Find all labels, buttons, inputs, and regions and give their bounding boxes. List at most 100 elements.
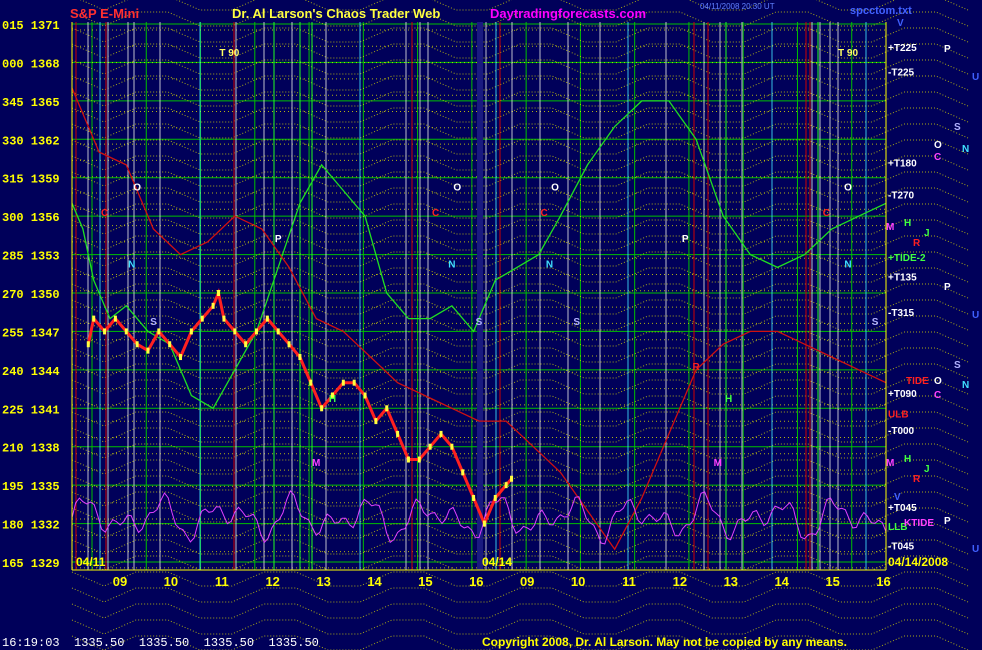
price-bar bbox=[113, 315, 117, 322]
price-bar bbox=[157, 328, 161, 335]
flux-level-label: +T135 bbox=[888, 272, 917, 283]
x-tick-label: 13 bbox=[724, 574, 738, 589]
x-tick-label: 11 bbox=[215, 574, 229, 589]
flux-level-label: +TIDE-2 bbox=[888, 253, 926, 264]
planet-marker: C bbox=[541, 208, 548, 219]
chaos-chart: T 90 T 90O O O OP PC C C CN N N NS S S SH HM MR 015 1371… bbox=[0, 0, 982, 650]
x-tick-label: 09 bbox=[520, 574, 534, 589]
data-file-name: spcctom.txt bbox=[850, 5, 912, 17]
planet-marker: C bbox=[432, 208, 439, 219]
price-bar bbox=[374, 418, 378, 425]
flux-level-label: -T225 bbox=[888, 67, 915, 78]
y-tick-label: 270 1350 bbox=[2, 288, 60, 302]
y-tick-label: 210 1338 bbox=[2, 442, 60, 456]
price-bar bbox=[504, 482, 508, 489]
planet-legend-marker: H bbox=[904, 218, 911, 229]
price-bar bbox=[461, 469, 465, 476]
price-bar bbox=[510, 475, 514, 482]
planet-legend-marker: N bbox=[962, 144, 969, 155]
price-bar bbox=[135, 341, 139, 348]
price-bar bbox=[309, 379, 313, 386]
price-bar bbox=[244, 341, 248, 348]
site-title: Dr. Al Larson's Chaos Trader Web bbox=[232, 6, 440, 21]
planet-legend-marker: U bbox=[972, 310, 979, 321]
x-tick-label: 10 bbox=[571, 574, 585, 589]
planet-legend-marker: J bbox=[924, 228, 930, 239]
planet-marker: M bbox=[312, 458, 320, 469]
price-bar bbox=[385, 405, 389, 412]
planet-legend-marker: M bbox=[886, 458, 894, 469]
planet-legend-marker: C bbox=[934, 152, 941, 163]
x-tick-label: 14 bbox=[774, 574, 789, 589]
price-bar bbox=[428, 443, 432, 450]
flux-level-label: +T045 bbox=[888, 503, 917, 514]
x-tick-label: 16 bbox=[469, 574, 483, 589]
planet-marker: O bbox=[453, 183, 461, 194]
y-tick-label: 300 1356 bbox=[2, 211, 60, 225]
price-bar bbox=[417, 456, 421, 463]
flux-level-label: -T000 bbox=[888, 426, 915, 437]
price-bar bbox=[233, 328, 237, 335]
price-bar bbox=[255, 328, 259, 335]
price-bar bbox=[211, 302, 215, 309]
price-bar bbox=[298, 354, 302, 361]
date-label: 04/11 bbox=[76, 555, 106, 569]
price-bar bbox=[179, 354, 183, 361]
planet-marker: R bbox=[692, 362, 700, 373]
price-bar bbox=[493, 494, 497, 501]
price-bar bbox=[341, 379, 345, 386]
x-tick-label: 16 bbox=[876, 574, 890, 589]
y-tick-label: 000 1368 bbox=[2, 57, 60, 71]
flux-level-label: +T090 bbox=[888, 389, 917, 400]
flux-level-label: ULB bbox=[888, 409, 909, 420]
price-bar bbox=[217, 290, 221, 296]
date-label: 04/14 bbox=[482, 555, 512, 569]
planet-legend-marker: U bbox=[972, 72, 979, 83]
price-bar bbox=[146, 347, 150, 354]
planet-marker: O bbox=[133, 183, 141, 194]
copyright: Copyright 2008, Dr. Al Larson. May not b… bbox=[482, 635, 847, 649]
x-tick-label: 09 bbox=[113, 574, 127, 589]
planet-marker: N bbox=[448, 259, 455, 270]
planet-legend-marker: P bbox=[944, 282, 951, 293]
price-bar bbox=[482, 520, 486, 527]
planet-legend-marker: S bbox=[954, 360, 961, 371]
planet-legend-marker: S bbox=[954, 122, 961, 133]
flux-level-label: +T180 bbox=[888, 158, 917, 169]
price-bar bbox=[363, 392, 367, 399]
planet-marker: N bbox=[546, 259, 553, 270]
planet-legend-marker: V bbox=[894, 492, 901, 503]
price-bar bbox=[265, 315, 269, 322]
x-tick-label: 12 bbox=[265, 574, 279, 589]
planet-marker: N bbox=[844, 259, 851, 270]
update-timestamp: 04/11/2008 20:30 UT bbox=[700, 2, 775, 11]
price-bar bbox=[276, 328, 280, 335]
planet-legend-marker: N bbox=[962, 380, 969, 391]
quote-readout: 16:19:03 1335.50 1335.50 1335.50 1335.50 bbox=[2, 636, 319, 650]
planet-legend-marker: KTIDE bbox=[904, 518, 934, 529]
planet-marker: H bbox=[725, 394, 732, 405]
price-bar bbox=[396, 430, 400, 437]
flux-level-label: -T270 bbox=[888, 190, 915, 201]
planet-marker: C bbox=[823, 208, 830, 219]
planet-marker: C bbox=[101, 208, 108, 219]
x-tick-label: 12 bbox=[673, 574, 687, 589]
planet-marker: S bbox=[573, 317, 580, 328]
y-tick-label: 165 1329 bbox=[2, 557, 60, 571]
price-bar bbox=[406, 456, 410, 463]
planet-legend-marker: J bbox=[924, 464, 930, 475]
price-bar bbox=[320, 405, 324, 412]
site-link[interactable]: Daytradingforecasts.com bbox=[490, 6, 646, 21]
price-bar bbox=[222, 315, 226, 322]
flux-level-label: -T315 bbox=[888, 308, 915, 319]
y-tick-label: 240 1344 bbox=[2, 365, 60, 379]
planet-legend-marker: M bbox=[886, 222, 894, 233]
planet-legend-marker: TIDE bbox=[906, 376, 929, 387]
planet-legend-marker: R bbox=[913, 474, 921, 485]
price-bar bbox=[200, 315, 204, 322]
y-tick-label: 255 1347 bbox=[2, 326, 60, 340]
planet-legend-marker: V bbox=[897, 18, 904, 29]
price-bar bbox=[92, 315, 96, 322]
planet-marker: T 90 bbox=[219, 48, 239, 59]
y-tick-label: 330 1362 bbox=[2, 134, 60, 148]
